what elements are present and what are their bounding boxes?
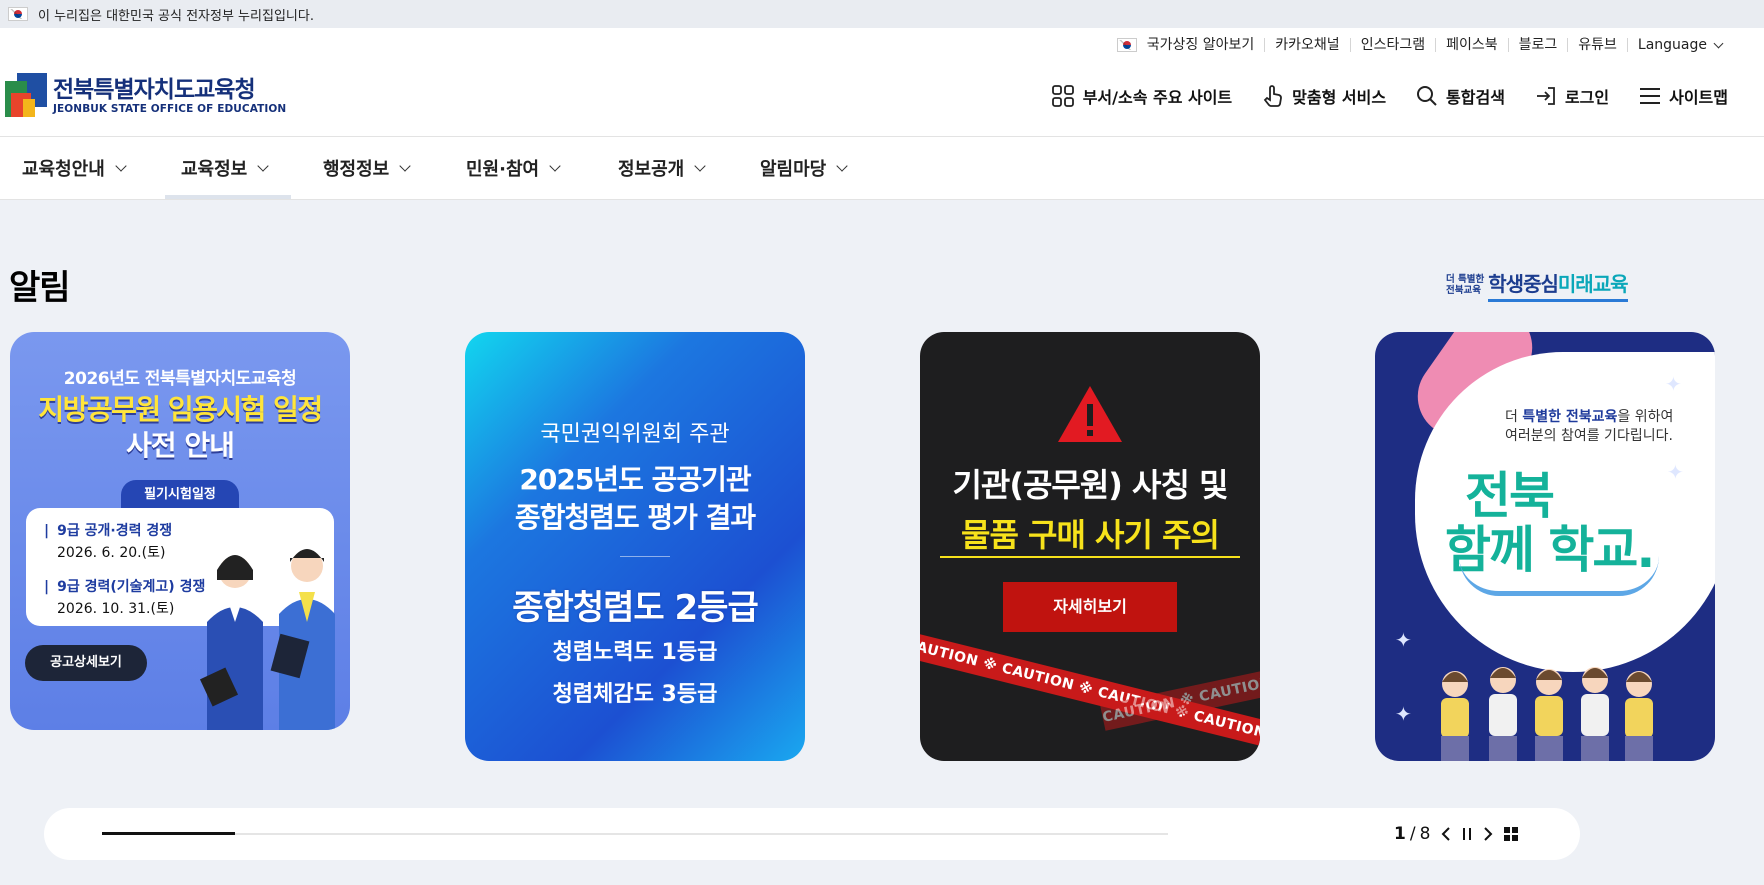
utility-links: 국가상징 알아보기 카카오채널 인스타그램 페이스북 블로그 유튜브 Langu… bbox=[1107, 38, 1732, 52]
card-headline: 지방공무원 임용시험 일정 bbox=[38, 393, 323, 426]
chevron-down-icon bbox=[694, 160, 706, 172]
site-logo[interactable]: 전북특별자치도교육청 JEONBUK STATE OFFICE OF EDUCA… bbox=[5, 73, 286, 119]
logo-mark-icon bbox=[5, 73, 47, 119]
total-slides: 8 bbox=[1419, 824, 1431, 844]
search-icon bbox=[1417, 86, 1437, 106]
hand-pointer-icon bbox=[1263, 85, 1283, 107]
illustration-students-icon bbox=[1441, 667, 1653, 761]
sparkle-icon: ✦ bbox=[1665, 372, 1682, 396]
logo-english-name: JEONBUK STATE OFFICE OF EDUCATION bbox=[53, 102, 287, 115]
chevron-right-icon bbox=[1484, 827, 1493, 841]
gnb-item-office-guide[interactable]: 교육청안내 bbox=[22, 137, 127, 199]
blog-link[interactable]: 블로그 bbox=[1507, 38, 1568, 52]
pause-icon bbox=[1463, 828, 1472, 840]
divider bbox=[620, 556, 670, 557]
chevron-down-icon bbox=[257, 160, 269, 172]
card-subtitle: 2026년도 전북특별자치도교육청 bbox=[63, 369, 297, 389]
login-icon bbox=[1536, 87, 1555, 105]
announcement-detail-button[interactable]: 공고상세보기 bbox=[25, 645, 147, 681]
view-details-button[interactable]: 자세히보기 bbox=[1003, 582, 1177, 632]
grid-view-icon bbox=[1504, 827, 1519, 841]
login-button[interactable]: 로그인 bbox=[1535, 84, 1609, 108]
illustration-people-icon bbox=[199, 549, 335, 730]
card-subtitle: 더 특별한 전북교육을 위하여 여러분의 참여를 기다립니다. bbox=[1505, 409, 1674, 444]
effort-grade: 청렴노력도 1등급 bbox=[552, 640, 718, 665]
sparkle-icon: ✦ bbox=[1395, 628, 1412, 652]
banner-card-fraud-warning[interactable]: 기관(공무원) 사칭 및 물품 구매 사기 주의 자세히보기 CAUTION ※… bbox=[920, 332, 1260, 761]
sparkle-icon: ✦ bbox=[1667, 460, 1684, 484]
quick-menu: 부서/소속 주요 사이트 맞춤형 서비스 통합검색 로그인 사이트맵 bbox=[1021, 84, 1728, 108]
chevron-down-icon bbox=[549, 160, 561, 172]
department-sites-button[interactable]: 부서/소속 주요 사이트 bbox=[1051, 84, 1232, 108]
view-all-button[interactable] bbox=[1504, 827, 1519, 841]
chevron-down-icon bbox=[115, 160, 127, 172]
national-symbols-link[interactable]: 국가상징 알아보기 bbox=[1107, 38, 1265, 52]
hamburger-menu-icon bbox=[1640, 88, 1661, 104]
gov-banner: 이 누리집은 대한민국 공식 전자정부 누리집입니다. bbox=[0, 0, 1764, 28]
chevron-down-icon bbox=[1713, 38, 1724, 48]
slogan-logo: 더 특별한 전북교육 학생중심미래교육 bbox=[1446, 268, 1628, 302]
chevron-down-icon bbox=[399, 160, 411, 172]
current-slide: 1 bbox=[1394, 824, 1406, 844]
section-title: 알림 bbox=[9, 268, 71, 308]
instagram-link[interactable]: 인스타그램 bbox=[1349, 38, 1435, 52]
gnb-item-info-disclosure[interactable]: 정보공개 bbox=[618, 137, 706, 199]
card-headline: 2025년도 공공기관 bbox=[519, 463, 751, 496]
decor-smile bbox=[1459, 556, 1659, 596]
next-slide-button[interactable] bbox=[1482, 826, 1494, 842]
main-navigation: 교육청안내 교육정보 행정정보 민원·참여 정보공개 알림마당 bbox=[0, 136, 1764, 200]
card-headline-2: 사전 안내 bbox=[126, 429, 235, 462]
slider-controls: 1 / 8 bbox=[44, 808, 1580, 860]
pause-button[interactable] bbox=[1462, 827, 1472, 841]
chevron-down-icon bbox=[836, 160, 848, 172]
youtube-link[interactable]: 유튜브 bbox=[1567, 38, 1627, 52]
korea-flag-icon bbox=[8, 7, 28, 21]
warning-triangle-icon bbox=[1058, 386, 1122, 442]
chevron-left-icon bbox=[1441, 827, 1451, 841]
banner-card-integrity[interactable]: 국민권익위원회 주관 2025년도 공공기관 종합청렴도 평가 결과 종합청렴도… bbox=[465, 332, 805, 761]
kakao-channel-link[interactable]: 카카오채널 bbox=[1264, 38, 1349, 52]
card-subtitle: 국민권익위원회 주관 bbox=[540, 422, 730, 447]
slider-progress-fill bbox=[102, 832, 236, 835]
slide-counter: 1 / 8 bbox=[1394, 824, 1519, 844]
header: 국가상징 알아보기 카카오채널 인스타그램 페이스북 블로그 유튜브 Langu… bbox=[0, 28, 1764, 136]
logo-korean-name: 전북특별자치도교육청 bbox=[53, 76, 256, 103]
gnb-item-education-info[interactable]: 교육정보 bbox=[181, 137, 269, 199]
schedule-item-title: 9급 공개·경력 경쟁 bbox=[44, 520, 334, 540]
custom-service-button[interactable]: 맞춤형 서비스 bbox=[1262, 84, 1386, 108]
integrated-search-button[interactable]: 통합검색 bbox=[1416, 84, 1505, 108]
banner-card-together-school[interactable]: 더 특별한 전북교육을 위하여 여러분의 참여를 기다립니다. 전북 함께 학교… bbox=[1375, 332, 1715, 761]
slider-progress-track bbox=[102, 832, 1168, 835]
sitemap-button[interactable]: 사이트맵 bbox=[1639, 84, 1728, 108]
language-select[interactable]: Language bbox=[1626, 38, 1732, 52]
grid-icon bbox=[1051, 85, 1074, 107]
card-pill-label: 필기시험일정 bbox=[121, 480, 239, 510]
facebook-link[interactable]: 페이스북 bbox=[1435, 38, 1508, 52]
card-headline-2: 종합청렴도 평가 결과 bbox=[514, 501, 756, 534]
gnb-item-admin-info[interactable]: 행정정보 bbox=[323, 137, 411, 199]
prev-slide-button[interactable] bbox=[1440, 826, 1452, 842]
gnb-item-civil-participation[interactable]: 민원·참여 bbox=[466, 137, 561, 199]
divider bbox=[940, 556, 1240, 558]
gnb-item-notice-board[interactable]: 알림마당 bbox=[760, 137, 848, 199]
card-headline-2: 물품 구매 사기 주의 bbox=[961, 516, 1220, 554]
gov-banner-text: 이 누리집은 대한민국 공식 전자정부 누리집입니다. bbox=[38, 8, 314, 24]
perception-grade: 청렴체감도 3등급 bbox=[552, 682, 718, 707]
banner-card-exam-schedule[interactable]: 2026년도 전북특별자치도교육청 지방공무원 임용시험 일정 사전 안내 필기… bbox=[10, 332, 350, 730]
korea-flag-icon bbox=[1116, 38, 1137, 52]
integrity-grade: 종합청렴도 2등급 bbox=[512, 588, 758, 628]
sparkle-icon: ✦ bbox=[1395, 702, 1412, 726]
card-headline: 기관(공무원) 사칭 및 bbox=[952, 466, 1228, 504]
